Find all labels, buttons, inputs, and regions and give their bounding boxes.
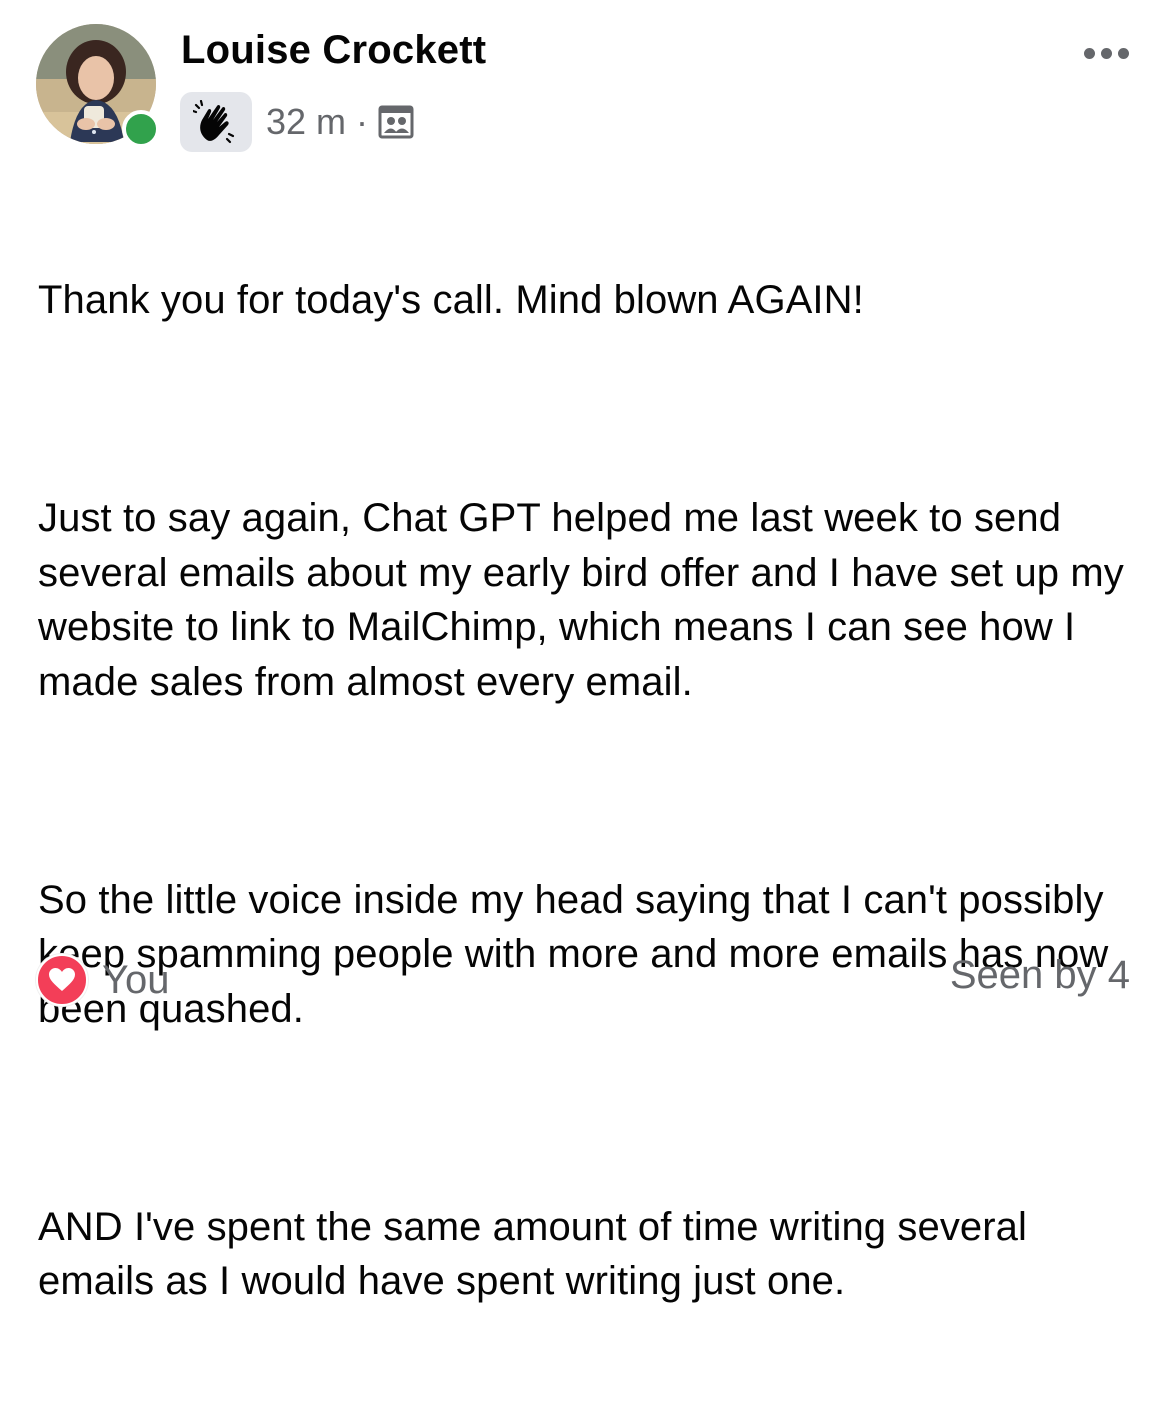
post-paragraph: Just to say again, Chat GPT helped me la… bbox=[38, 496, 1136, 704]
post-paragraph: AND I've spent the same amount of time w… bbox=[38, 1204, 1039, 1304]
chat-post: Louise Crockett 32 m · Thank you for tod… bbox=[0, 0, 1170, 1303]
reactions-summary[interactable]: You bbox=[36, 950, 170, 1010]
heart-icon bbox=[36, 954, 88, 1006]
more-options-icon bbox=[1083, 47, 1095, 59]
post-paragraph: Thank you for today's call. Mind blown A… bbox=[38, 278, 864, 322]
group-members-icon bbox=[378, 105, 414, 139]
wave-icon bbox=[193, 100, 235, 144]
post-body: Thank you for today's call. Mind blown A… bbox=[38, 164, 1138, 1418]
post-meta: 32 m · bbox=[180, 92, 414, 152]
more-options-button[interactable] bbox=[1076, 36, 1136, 70]
wave-badge[interactable] bbox=[180, 92, 252, 152]
more-options-icon-dot bbox=[1100, 47, 1112, 59]
more-options-icon-dot bbox=[1117, 47, 1129, 59]
avatar[interactable] bbox=[36, 24, 160, 148]
meta-separator: · bbox=[356, 101, 369, 142]
online-status-indicator bbox=[122, 110, 160, 148]
seen-by-count[interactable]: Seen by 4 bbox=[950, 953, 1130, 998]
author-name[interactable]: Louise Crockett bbox=[181, 28, 486, 73]
post-timestamp[interactable]: 32 m bbox=[266, 101, 346, 143]
reaction-label: You bbox=[102, 957, 170, 1002]
